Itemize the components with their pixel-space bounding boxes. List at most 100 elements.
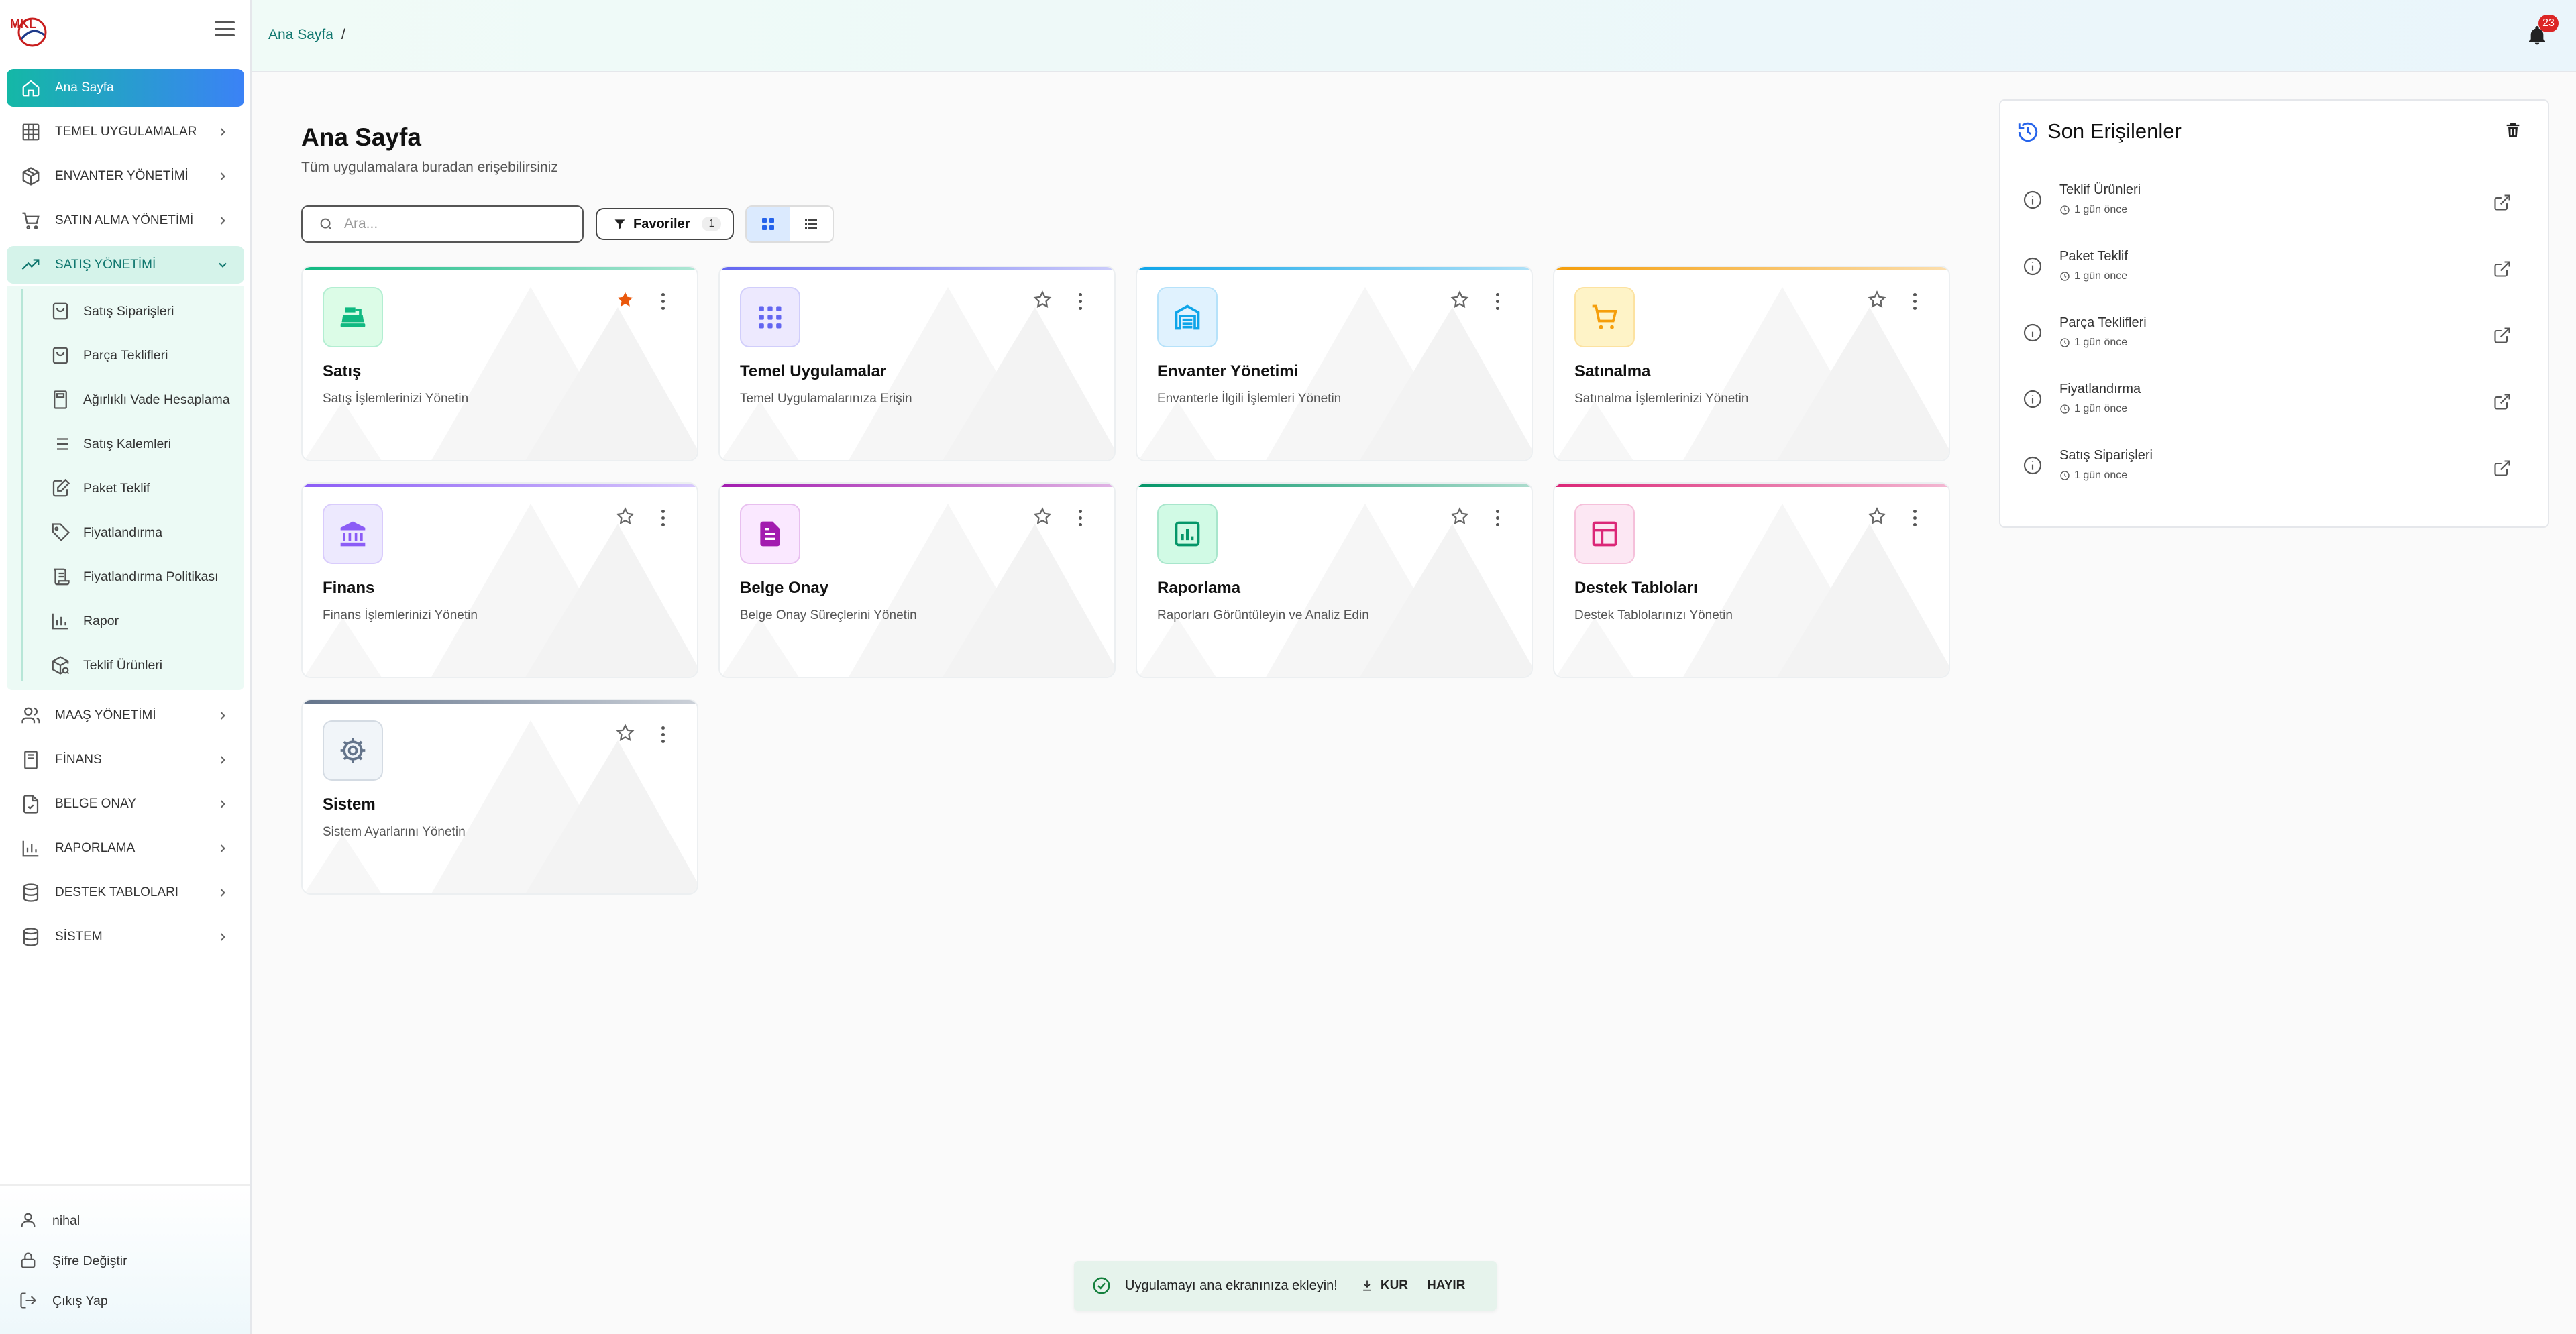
notification-bell-icon[interactable]: 23: [2526, 15, 2559, 48]
sidebar-item-destek-tablolari[interactable]: DESTEK TABLOLARI: [7, 874, 244, 911]
card-title: Satış: [323, 362, 362, 380]
user-icon: [19, 1211, 39, 1231]
submenu-item-rapor[interactable]: Rapor: [7, 599, 244, 643]
list-view-button[interactable]: [790, 207, 833, 241]
info-icon[interactable]: [2022, 455, 2045, 478]
sidebar-item-ana-sayfa[interactable]: Ana Sayfa: [7, 69, 244, 107]
app-card-envanter-y-netimi[interactable]: Envanter Yönetimi Envanterle İlgili İşlem…: [1136, 266, 1533, 461]
recent-item[interactable]: Parça Teklifleri 1 gün önce: [2017, 309, 2533, 362]
info-icon[interactable]: [2022, 322, 2045, 345]
more-vertical-icon[interactable]: [653, 723, 673, 746]
brand-logo[interactable]: MKL: [9, 12, 50, 47]
submenu-item-satis-siparisleri[interactable]: Satış Siparişleri: [7, 289, 244, 333]
favorites-filter-button[interactable]: Favoriler 1: [596, 208, 734, 240]
star-filled-icon[interactable]: [615, 290, 638, 313]
star-icon[interactable]: [1032, 290, 1055, 313]
sidebar-item-temel-uygulamalar[interactable]: TEMEL UYGULAMALAR: [7, 113, 244, 151]
sidebar-item-label: TEMEL UYGULAMALAR: [55, 125, 197, 139]
view-mode-toggle: [745, 205, 834, 243]
open-external-icon[interactable]: [2493, 260, 2513, 280]
chevron-right-icon: [216, 886, 229, 899]
sidebar-item-sistem[interactable]: SİSTEM: [7, 918, 244, 956]
download-icon: [1363, 1280, 1371, 1291]
star-icon[interactable]: [1032, 506, 1055, 529]
install-button[interactable]: KUR: [1360, 1278, 1408, 1293]
app-card-sat-[interactable]: Satış Satış İşlemlerinizi Yönetin: [301, 266, 698, 461]
toast-message: Uygulamayı ana ekranınıza ekleyin!: [1125, 1278, 1338, 1293]
recent-item[interactable]: Fiyatlandırma 1 gün önce: [2017, 375, 2533, 429]
sidebar-item-label: ENVANTER YÖNETİMİ: [55, 169, 189, 183]
apps-grid-icon: [740, 287, 800, 347]
card-accent-bar: [1554, 484, 1949, 487]
user-profile[interactable]: nihal: [0, 1201, 250, 1241]
open-external-icon[interactable]: [2493, 459, 2513, 479]
change-password-button[interactable]: Şifre Değiştir: [0, 1241, 250, 1281]
sidebar-item-belge-onay[interactable]: BELGE ONAY: [7, 785, 244, 823]
sidebar-item-raporlama[interactable]: RAPORLAMA: [7, 830, 244, 867]
app-card-raporlama[interactable]: Raporlama Raporları Görüntüleyin ve Anali…: [1136, 482, 1533, 678]
more-vertical-icon[interactable]: [1487, 506, 1507, 529]
star-icon[interactable]: [1450, 506, 1472, 529]
clear-history-trash-icon[interactable]: [2504, 119, 2524, 142]
card-description: Satış İşlemlerinizi Yönetin: [323, 392, 469, 406]
grid-view-button[interactable]: [747, 207, 790, 241]
open-external-icon[interactable]: [2493, 392, 2513, 412]
search-input[interactable]: [344, 216, 559, 232]
app-card-temel-uygulamalar[interactable]: Temel Uygulamalar Temel Uygulamalarınıza …: [718, 266, 1116, 461]
star-icon[interactable]: [1867, 290, 1890, 313]
breadcrumb-home-link[interactable]: Ana Sayfa: [268, 27, 333, 42]
more-vertical-icon[interactable]: [1070, 290, 1090, 313]
submenu-item-fiyatlandirma-politikasi[interactable]: Fiyatlandırma Politikası: [7, 555, 244, 599]
logout-button[interactable]: Çıkış Yap: [0, 1281, 250, 1321]
star-icon[interactable]: [615, 723, 638, 746]
submenu-item-label: Satış Kalemleri: [83, 436, 172, 451]
star-icon[interactable]: [1450, 290, 1472, 313]
sidebar-item-envanter[interactable]: ENVANTER YÖNETİMİ: [7, 158, 244, 195]
recent-item-name: Satış Siparişleri: [2059, 448, 2153, 463]
sidebar-item-satis-yonetimi[interactable]: SATIŞ YÖNETİMİ: [7, 246, 244, 284]
open-external-icon[interactable]: [2493, 193, 2513, 213]
more-vertical-icon[interactable]: [1904, 506, 1925, 529]
submenu-item-agirlikli-vade[interactable]: Ağırlıklı Vade Hesaplama: [7, 378, 244, 422]
chevron-right-icon: [216, 753, 229, 767]
open-external-icon[interactable]: [2493, 326, 2513, 346]
submenu-item-teklif-urunleri[interactable]: Teklif Ürünleri: [7, 643, 244, 687]
svg-text:MKL: MKL: [10, 17, 36, 31]
submenu-item-fiyatlandirma[interactable]: Fiyatlandırma: [7, 510, 244, 555]
submenu-item-parca-teklifleri[interactable]: Parça Teklifleri: [7, 333, 244, 378]
more-vertical-icon[interactable]: [653, 506, 673, 529]
filter-icon: [614, 219, 625, 229]
more-vertical-icon[interactable]: [1904, 290, 1925, 313]
info-icon[interactable]: [2022, 388, 2045, 411]
submenu-item-paket-teklif[interactable]: Paket Teklif: [7, 466, 244, 510]
info-icon[interactable]: [2022, 256, 2045, 278]
sidebar-item-satin-alma[interactable]: SATIN ALMA YÖNETİMİ: [7, 202, 244, 239]
menu-toggle-icon[interactable]: [213, 19, 236, 39]
app-card-sistem[interactable]: Sistem Sistem Ayarlarını Yönetin: [301, 699, 698, 895]
app-card-sat-nalma[interactable]: Satınalma Satınalma İşlemlerinizi Yönetin: [1553, 266, 1950, 461]
submenu-item-satis-kalemleri[interactable]: Satış Kalemleri: [7, 422, 244, 466]
chevron-right-icon: [216, 797, 229, 811]
app-card-destek-tablolar-[interactable]: Destek Tabloları Destek Tablolarınızı Yön…: [1553, 482, 1950, 678]
trending-up-icon: [20, 254, 42, 276]
sidebar-item-label: SİSTEM: [55, 930, 103, 944]
more-vertical-icon[interactable]: [653, 290, 673, 313]
more-vertical-icon[interactable]: [1487, 290, 1507, 313]
edit-icon: [50, 478, 71, 499]
star-icon[interactable]: [1867, 506, 1890, 529]
star-icon[interactable]: [615, 506, 638, 529]
info-icon[interactable]: [2022, 189, 2045, 212]
dismiss-button[interactable]: HAYIR: [1427, 1278, 1465, 1293]
sidebar-item-finans[interactable]: FİNANS: [7, 741, 244, 779]
sidebar-item-maas[interactable]: MAAŞ YÖNETİMİ: [7, 697, 244, 734]
more-vertical-icon[interactable]: [1070, 506, 1090, 529]
card-title: Temel Uygulamalar: [740, 362, 887, 380]
recent-item[interactable]: Paket Teklif 1 gün önce: [2017, 242, 2533, 296]
submenu-item-label: Paket Teklif: [83, 480, 150, 496]
recent-item[interactable]: Teklif Ürünleri 1 gün önce: [2017, 176, 2533, 229]
recent-item[interactable]: Satış Siparişleri 1 gün önce: [2017, 441, 2533, 495]
sidebar-item-label: FİNANS: [55, 753, 102, 767]
grid-view-icon: [762, 218, 774, 230]
app-card-belge-onay[interactable]: Belge Onay Belge Onay Süreçlerini Yönetin: [718, 482, 1116, 678]
app-card-finans[interactable]: Finans Finans İşlemlerinizi Yönetin: [301, 482, 698, 678]
